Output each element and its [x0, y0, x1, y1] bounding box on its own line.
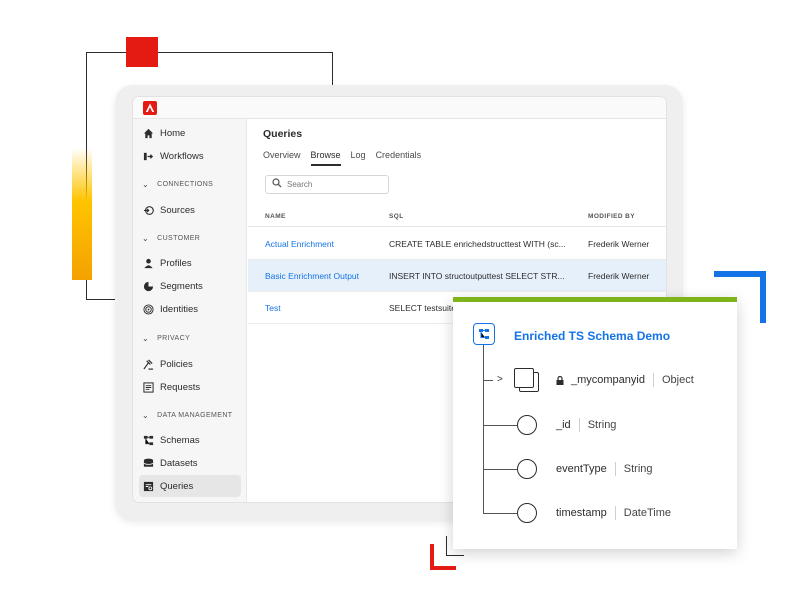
sidebar-item-label: Profiles: [160, 257, 192, 269]
decorative-red-square: [126, 37, 158, 67]
decorative-yellow-bar: [72, 148, 92, 280]
tree-line: [483, 345, 485, 513]
chevron-down-icon: ⌄: [142, 179, 150, 189]
object-node-icon: [514, 368, 534, 388]
leaf-node-icon: [517, 503, 537, 523]
sidebar-item-label: Policies: [160, 358, 193, 370]
query-sql: INSERT INTO structoutputtest SELECT STR.…: [389, 271, 565, 281]
sidebar-item-label: Workflows: [160, 150, 204, 162]
schema-field[interactable]: timestamp DateTime: [556, 506, 671, 520]
schema-title[interactable]: Enriched TS Schema Demo: [514, 329, 670, 343]
leaf-node-icon: [517, 415, 537, 435]
sidebar-item-label: Segments: [160, 280, 203, 292]
sidebar-item-workflows[interactable]: Workflows: [139, 145, 241, 167]
field-type: String: [587, 419, 617, 431]
query-modified-by: Frederik Werner: [588, 239, 650, 249]
segments-icon: [142, 280, 154, 292]
identities-icon: [142, 303, 154, 315]
sidebar-item-identities[interactable]: Identities: [139, 298, 241, 320]
column-header-modified-by[interactable]: MODIFIED BY: [588, 213, 635, 220]
tab-overview[interactable]: Overview: [263, 150, 301, 166]
schema-icon[interactable]: [473, 323, 495, 345]
schema-card: Enriched TS Schema Demo > _mycompanyid O…: [453, 297, 737, 549]
sidebar-item-schemas[interactable]: Schemas: [139, 429, 241, 451]
chevron-down-icon: ⌄: [142, 233, 150, 243]
chevron-down-icon: ⌄: [142, 410, 150, 420]
field-name: eventType: [556, 463, 607, 475]
field-name: _id: [556, 419, 571, 431]
table-header: NAME SQL MODIFIED BY: [248, 207, 666, 227]
home-icon: [142, 127, 154, 139]
schemas-icon: [142, 434, 154, 446]
requests-icon: [142, 381, 154, 393]
sidebar: Home Workflows ⌄ CONNECTIONS Sources ⌄ C…: [133, 119, 247, 502]
schema-field[interactable]: _id String: [556, 418, 616, 432]
query-name-link[interactable]: Test: [265, 303, 383, 313]
datasets-icon: [142, 457, 154, 469]
search-input[interactable]: [287, 180, 382, 189]
leaf-node-icon: [517, 459, 537, 479]
field-type: DateTime: [623, 507, 672, 519]
tree-line: [483, 513, 517, 515]
tab-browse[interactable]: Browse: [310, 150, 341, 166]
top-bar: [133, 97, 666, 119]
sidebar-item-home[interactable]: Home: [139, 122, 241, 144]
table-row[interactable]: Basic Enrichment Output INSERT INTO stru…: [248, 260, 666, 292]
search-icon: [272, 178, 282, 191]
field-name: _mycompanyid: [571, 374, 645, 386]
tree-line: [483, 425, 517, 427]
field-separator: [652, 373, 654, 387]
sidebar-section-data-management[interactable]: ⌄ DATA MANAGEMENT: [142, 407, 242, 423]
tree-line: [483, 380, 493, 382]
sidebar-item-segments[interactable]: Segments: [139, 275, 241, 297]
column-header-name[interactable]: NAME: [265, 213, 286, 220]
sidebar-item-queries[interactable]: Queries: [139, 475, 241, 497]
sidebar-item-label: Queries: [160, 480, 194, 492]
sidebar-section-privacy[interactable]: ⌄ PRIVACY: [142, 330, 242, 346]
profile-icon: [142, 257, 154, 269]
sidebar-item-datasets[interactable]: Datasets: [139, 452, 241, 474]
tab-log[interactable]: Log: [351, 150, 366, 166]
sidebar-item-label: Schemas: [160, 434, 200, 446]
sidebar-section-connections[interactable]: ⌄ CONNECTIONS: [142, 176, 242, 192]
query-name-link[interactable]: Basic Enrichment Output: [265, 271, 383, 281]
field-separator: [614, 506, 616, 520]
field-separator: [578, 418, 580, 432]
policies-icon: [142, 358, 154, 370]
tab-credentials[interactable]: Credentials: [376, 150, 422, 166]
tree-line: [483, 469, 517, 471]
column-header-sql[interactable]: SQL: [389, 213, 404, 220]
sidebar-section-customer[interactable]: ⌄ CUSTOMER: [142, 230, 242, 246]
query-modified-by: Frederik Werner: [588, 271, 650, 281]
sidebar-item-label: Sources: [160, 204, 195, 216]
sources-icon: [142, 204, 154, 216]
adobe-logo-icon[interactable]: [143, 101, 157, 115]
field-type: Object: [661, 374, 694, 386]
sidebar-item-label: Datasets: [160, 457, 198, 469]
workflow-icon: [142, 150, 154, 162]
lock-icon: [556, 375, 564, 385]
sidebar-item-label: Requests: [160, 381, 201, 393]
table-row[interactable]: Actual Enrichment CREATE TABLE enricheds…: [248, 228, 666, 260]
field-separator: [614, 462, 616, 476]
field-type: String: [623, 463, 653, 475]
sidebar-item-sources[interactable]: Sources: [139, 199, 241, 221]
queries-icon: [142, 480, 154, 492]
tab-bar: Overview Browse Log Credentials: [263, 150, 431, 166]
chevron-down-icon: ⌄: [142, 333, 150, 343]
query-sql: CREATE TABLE enrichedstructtest WITH (sc…: [389, 239, 566, 249]
schema-field[interactable]: _mycompanyid Object: [556, 373, 694, 387]
schema-field[interactable]: eventType String: [556, 462, 653, 476]
sidebar-item-profiles[interactable]: Profiles: [139, 252, 241, 274]
sidebar-item-policies[interactable]: Policies: [139, 353, 241, 375]
sidebar-item-label: Identities: [160, 303, 199, 315]
query-name-link[interactable]: Actual Enrichment: [265, 239, 383, 249]
sidebar-item-requests[interactable]: Requests: [139, 376, 241, 398]
search-box: [265, 175, 389, 194]
page-title: Queries: [263, 128, 303, 140]
field-name: timestamp: [556, 507, 607, 519]
sidebar-item-label: Home: [160, 127, 186, 139]
card-accent-bar: [453, 297, 737, 302]
chevron-right-icon[interactable]: >: [497, 374, 503, 385]
